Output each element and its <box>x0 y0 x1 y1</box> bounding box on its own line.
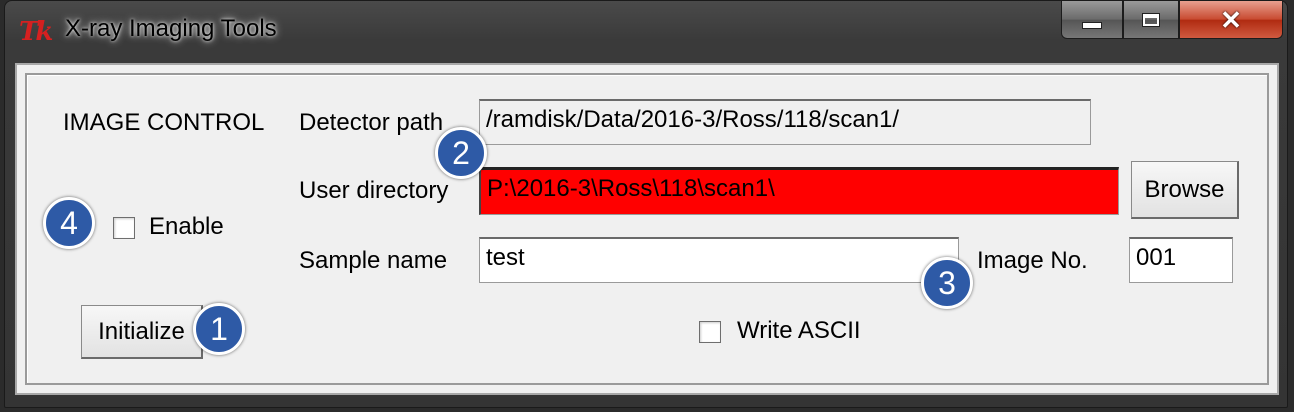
image-no-label: Image No. <box>977 247 1088 274</box>
annotation-badge-1: 1 <box>193 303 245 355</box>
window-title: X-ray Imaging Tools <box>65 15 277 42</box>
annotation-badge-3: 3 <box>921 257 973 309</box>
browse-label: Browse <box>1144 175 1225 203</box>
badge-2-number: 2 <box>452 134 470 171</box>
sample-name-label: Sample name <box>299 247 448 274</box>
badge-1-number: 1 <box>210 310 228 347</box>
minimize-icon <box>1082 22 1102 29</box>
maximize-icon <box>1142 12 1160 27</box>
initialize-label: Initialize <box>98 317 185 345</box>
image-no-field[interactable]: 001 <box>1129 237 1233 283</box>
detector-path-label: Detector path <box>299 109 444 136</box>
browse-button[interactable]: Browse <box>1131 161 1239 219</box>
badge-4-number: 4 <box>60 204 78 241</box>
write-ascii-label: Write ASCII <box>737 317 861 344</box>
app-window: Tk X-ray Imaging Tools ✕ IMAGE CONTROL E… <box>4 0 1288 408</box>
annotation-badge-4: 4 <box>43 197 95 249</box>
badge-3-number: 3 <box>938 264 956 301</box>
detector-path-field[interactable]: /ramdisk/Data/2016-3/Ross/118/scan1/ <box>479 99 1091 145</box>
write-ascii-checkbox[interactable] <box>699 321 721 343</box>
enable-checkbox[interactable] <box>113 217 135 239</box>
enable-label: Enable <box>149 213 224 240</box>
maximize-button[interactable] <box>1123 1 1179 39</box>
image-control-heading: IMAGE CONTROL <box>63 109 265 136</box>
user-directory-label: User directory <box>299 177 449 204</box>
close-icon: ✕ <box>1220 4 1242 35</box>
user-directory-field[interactable]: P:\2016-3\Ross\118\scan1\ <box>479 167 1119 215</box>
window-controls: ✕ <box>1061 1 1283 43</box>
close-button[interactable]: ✕ <box>1179 1 1283 39</box>
title-bar[interactable]: Tk X-ray Imaging Tools ✕ <box>5 1 1287 61</box>
minimize-button[interactable] <box>1061 1 1123 39</box>
tk-feather-icon: Tk <box>19 17 53 47</box>
sample-name-field[interactable]: test <box>479 237 959 283</box>
initialize-button[interactable]: Initialize <box>81 305 203 359</box>
annotation-badge-2: 2 <box>435 127 487 179</box>
